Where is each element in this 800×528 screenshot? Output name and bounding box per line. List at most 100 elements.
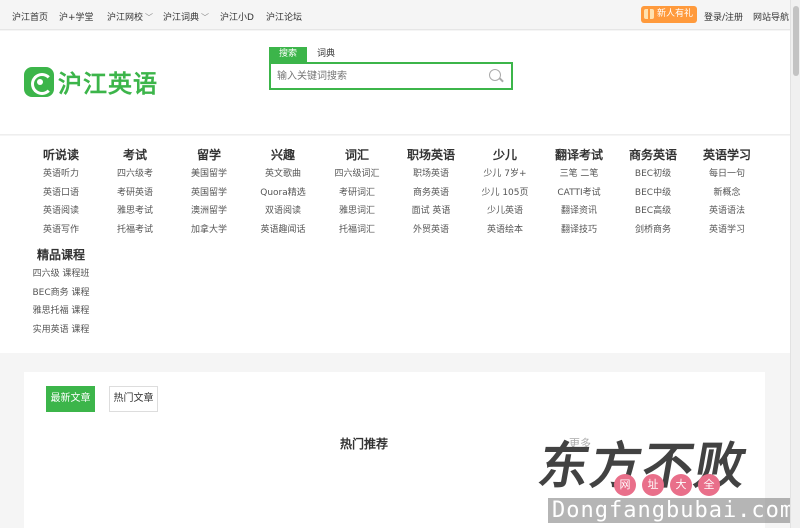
- topnav-item-dict[interactable]: 沪江词典 ﹀: [163, 10, 209, 23]
- new-user-gift-badge[interactable]: 新人有礼: [641, 6, 698, 23]
- category-link[interactable]: 考研英语: [98, 184, 172, 203]
- watermark-badge: 址: [642, 474, 664, 496]
- top-navigation-bar: 沪江首页 沪+学堂 沪江网校 ﹀ 沪江词典 ﹀ 沪江小D 沪江论坛 新人有礼 登录/…: [0, 0, 799, 30]
- category-link[interactable]: 少儿 7岁+: [468, 165, 542, 184]
- category-link[interactable]: 翻译资讯: [542, 202, 616, 221]
- category-link[interactable]: 少儿英语: [468, 202, 542, 221]
- category-link[interactable]: 每日一句: [690, 165, 764, 184]
- category-vocabulary: 词汇 四六级词汇 考研词汇 雅思词汇 托福词汇: [320, 145, 394, 239]
- category-link[interactable]: 英语听力: [24, 165, 98, 184]
- category-link[interactable]: 英文歌曲: [246, 165, 320, 184]
- topnav-item-app[interactable]: 沪江小D: [220, 10, 254, 23]
- category-link[interactable]: 托福考试: [98, 221, 172, 240]
- category-title[interactable]: 听说读: [24, 145, 98, 165]
- gift-icon: [644, 9, 654, 19]
- category-title[interactable]: 考试: [98, 145, 172, 165]
- category-link[interactable]: 外贸英语: [394, 221, 468, 240]
- category-section: 听说读 英语听力 英语口语 英语阅读 英语写作 考试 四六级考 考研英语 雅思考…: [0, 136, 790, 353]
- logo-mark-icon: [24, 66, 54, 97]
- category-link[interactable]: Quora精选: [246, 184, 320, 203]
- category-study-abroad: 留学 美国留学 英国留学 澳洲留学 加拿大学: [172, 145, 246, 239]
- chevron-down-icon: ﹀: [145, 13, 154, 22]
- category-link[interactable]: 雅思词汇: [320, 202, 394, 221]
- category-link[interactable]: BEC中级: [616, 184, 690, 203]
- category-kids: 少儿 少儿 7岁+ 少儿 105页 少儿英语 英语绘本: [468, 145, 542, 239]
- category-title[interactable]: 留学: [172, 145, 246, 165]
- category-title[interactable]: 精品课程: [24, 245, 98, 265]
- category-link[interactable]: BEC高级: [616, 202, 690, 221]
- category-link[interactable]: CATTI考试: [542, 184, 616, 203]
- category-link[interactable]: 澳洲留学: [172, 202, 246, 221]
- category-link[interactable]: 考研词汇: [320, 184, 394, 203]
- category-business: 商务英语 BEC初级 BEC中级 BEC高级 剑桥商务: [616, 145, 690, 239]
- watermark-badge: 大: [670, 474, 692, 496]
- category-link[interactable]: 面试 英语: [394, 202, 468, 221]
- category-title[interactable]: 商务英语: [616, 145, 690, 165]
- category-link[interactable]: 双语阅读: [246, 202, 320, 221]
- category-link[interactable]: 英语写作: [24, 221, 98, 240]
- category-link[interactable]: 雅思托福 课程: [24, 302, 98, 321]
- section-heading: 热门推荐: [340, 437, 389, 451]
- category-link[interactable]: 英语绘本: [468, 221, 542, 240]
- chevron-down-icon: ﹀: [201, 13, 210, 22]
- category-link[interactable]: 职场英语: [394, 165, 468, 184]
- category-link[interactable]: 新概念: [690, 184, 764, 203]
- category-translation: 翻译考试 三笔 二笔 CATTI考试 翻译资讯 翻译技巧: [542, 145, 616, 239]
- watermark-badges: 网 址 大 全: [614, 474, 720, 496]
- category-link[interactable]: 四六级词汇: [320, 165, 394, 184]
- category-title[interactable]: 翻译考试: [542, 145, 616, 165]
- search-tabs: 搜索 词典: [269, 47, 345, 62]
- tab-search[interactable]: 搜索: [269, 47, 307, 62]
- site-header: 沪江英语 搜索 词典: [0, 31, 790, 135]
- category-title[interactable]: 兴趣: [246, 145, 320, 165]
- category-link[interactable]: 托福词汇: [320, 221, 394, 240]
- page-scrollbar[interactable]: [790, 0, 800, 528]
- category-link[interactable]: 翻译技巧: [542, 221, 616, 240]
- category-link[interactable]: 雅思考试: [98, 202, 172, 221]
- category-link[interactable]: 剑桥商务: [616, 221, 690, 240]
- topnav-item-home[interactable]: 沪江首页: [12, 10, 48, 23]
- category-link[interactable]: 四六级 课程班: [24, 265, 98, 284]
- category-link[interactable]: 商务英语: [394, 184, 468, 203]
- popular-articles-button[interactable]: 热门文章: [109, 386, 158, 412]
- category-link[interactable]: 四六级考: [98, 165, 172, 184]
- category-title[interactable]: 英语学习: [690, 145, 764, 165]
- logo-text: 沪江英语: [58, 70, 158, 98]
- category-link[interactable]: 英语语法: [690, 202, 764, 221]
- search-icon[interactable]: [489, 69, 501, 81]
- topnav-item-classroom[interactable]: 沪+学堂: [59, 10, 94, 23]
- category-link[interactable]: 三笔 二笔: [542, 165, 616, 184]
- category-title[interactable]: 词汇: [320, 145, 394, 165]
- topnav-item-dict-label: 沪江词典: [163, 13, 200, 23]
- category-title[interactable]: 职场英语: [394, 145, 468, 165]
- category-workplace: 职场英语 职场英语 商务英语 面试 英语 外贸英语: [394, 145, 468, 239]
- category-link[interactable]: 少儿 105页: [468, 184, 542, 203]
- topnav-item-school-label: 沪江网校: [107, 13, 144, 23]
- login-register-link[interactable]: 登录/注册: [704, 10, 743, 23]
- watermark-badge: 全: [698, 474, 720, 496]
- category-link[interactable]: BEC商务 课程: [24, 284, 98, 303]
- gift-label: 新人有礼: [657, 9, 694, 19]
- category-link[interactable]: 英语阅读: [24, 202, 98, 221]
- category-link[interactable]: 英语口语: [24, 184, 98, 203]
- watermark-url: Dongfangbubai.com: [548, 498, 799, 523]
- category-link[interactable]: 英语学习: [690, 221, 764, 240]
- watermark-badge: 网: [614, 474, 636, 496]
- category-title[interactable]: 少儿: [468, 145, 542, 165]
- category-link[interactable]: 英国留学: [172, 184, 246, 203]
- topnav-item-school[interactable]: 沪江网校 ﹀: [107, 10, 153, 23]
- search-input[interactable]: [271, 64, 476, 88]
- category-interest: 兴趣 英文歌曲 Quora精选 双语阅读 英语趣闻话: [246, 145, 320, 239]
- tab-dictionary[interactable]: 词典: [307, 47, 345, 62]
- search-box: [269, 62, 513, 90]
- category-link[interactable]: 英语趣闻话: [246, 221, 320, 240]
- category-link[interactable]: 实用英语 课程: [24, 321, 98, 340]
- latest-articles-button[interactable]: 最新文章: [46, 386, 95, 412]
- topnav-item-forum[interactable]: 沪江论坛: [266, 10, 302, 23]
- category-exam: 考试 四六级考 考研英语 雅思考试 托福考试: [98, 145, 172, 239]
- category-link[interactable]: BEC初级: [616, 165, 690, 184]
- category-link[interactable]: 美国留学: [172, 165, 246, 184]
- site-logo[interactable]: 沪江英语: [24, 64, 158, 99]
- category-link[interactable]: 加拿大学: [172, 221, 246, 240]
- scrollbar-thumb[interactable]: [793, 6, 799, 76]
